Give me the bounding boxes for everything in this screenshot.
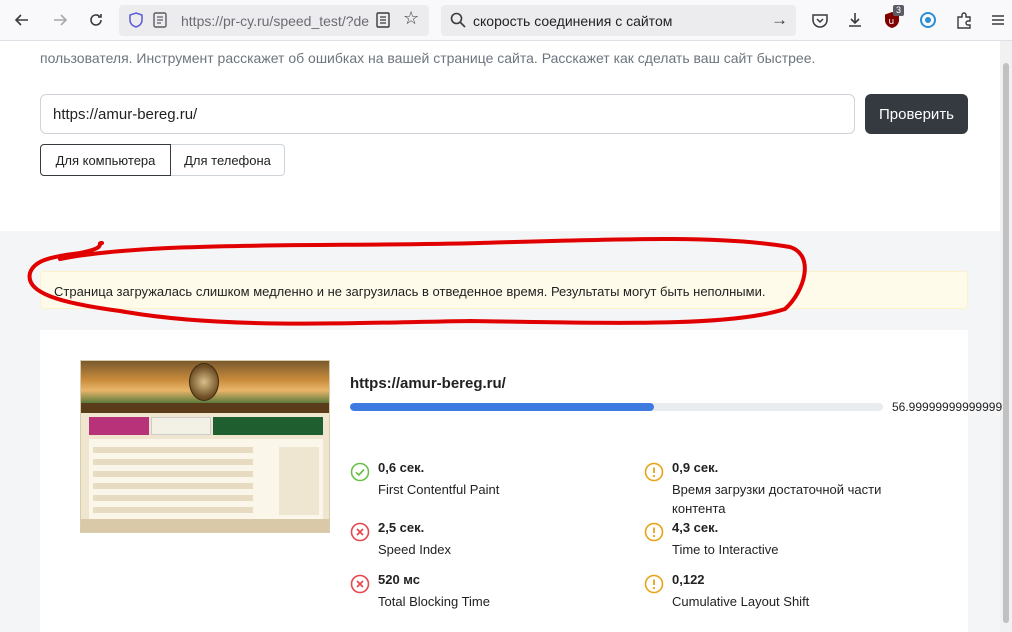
- check-circle-icon: [350, 462, 370, 482]
- forward-arrow-icon[interactable]: [48, 8, 72, 32]
- x-circle-icon: [350, 574, 370, 594]
- metric-value: 0,122: [672, 572, 705, 587]
- address-bar[interactable]: https://pr-cy.ru/speed_test/?de ☆: [119, 5, 429, 36]
- metric-label: Total Blocking Time: [378, 594, 490, 609]
- metric-label: Время загрузки достаточной части контент…: [672, 482, 882, 516]
- pocket-icon[interactable]: [808, 8, 832, 32]
- search-query: скорость соединения с сайтом: [473, 13, 673, 29]
- metric-label: Speed Index: [378, 542, 452, 557]
- menu-hamburger-icon[interactable]: [986, 8, 1010, 32]
- tab-mobile[interactable]: Для телефона: [171, 144, 285, 176]
- search-bar[interactable]: скорость соединения с сайтом →: [441, 5, 796, 36]
- intro-text: пользователя. Инструмент расскажет об ош…: [40, 50, 816, 66]
- score-progress-bar: [350, 403, 883, 411]
- scrollbar-thumb[interactable]: [1003, 63, 1009, 623]
- thumbnail-footer: [81, 519, 329, 532]
- metric-label: Cumulative Layout Shift: [672, 594, 810, 609]
- metric-label: First Contentful Paint: [378, 482, 500, 497]
- site-screenshot-thumbnail: [80, 360, 330, 533]
- score-value: 56.99999999999999: [892, 400, 1003, 414]
- reader-view-icon[interactable]: [374, 11, 392, 29]
- downloads-icon[interactable]: [843, 8, 867, 32]
- metric-label: Time to Interactive: [672, 542, 779, 557]
- result-card: https://amur-bereg.ru/ 56.99999999999999…: [40, 330, 1002, 632]
- exclamation-circle-icon: [644, 462, 664, 482]
- exclamation-circle-icon: [644, 574, 664, 594]
- tracking-shield-icon[interactable]: [127, 11, 145, 29]
- metric-item: 4,3 сек. Time to Interactive: [644, 520, 934, 570]
- thumbnail-logo: [189, 363, 219, 401]
- thumbnail-body: [89, 439, 323, 519]
- svg-text:u: u: [889, 17, 895, 27]
- browser-toolbar: https://pr-cy.ru/speed_test/?de ☆ скорос…: [0, 0, 1012, 41]
- metric-item: 0,9 сек. Время загрузки достаточной части…: [644, 460, 934, 516]
- url-input[interactable]: https://amur-bereg.ru/: [40, 94, 855, 134]
- metric-value: 0,9 сек.: [672, 460, 719, 475]
- metric-value: 0,6 сек.: [378, 460, 425, 475]
- search-go-arrow-icon[interactable]: →: [771, 10, 788, 30]
- page-scrollbar[interactable]: [1000, 41, 1012, 632]
- metric-value: 4,3 сек.: [672, 520, 719, 535]
- x-circle-icon: [350, 522, 370, 542]
- tab-desktop[interactable]: Для компьютера: [40, 144, 171, 176]
- metric-item: 520 мс Total Blocking Time: [350, 572, 640, 622]
- warning-alert: Страница загружалась слишком медленно и …: [40, 271, 968, 309]
- result-site-url: https://amur-bereg.ru/: [350, 375, 506, 392]
- metric-item: 0,122 Cumulative Layout Shift: [644, 572, 934, 622]
- metric-value: 520 мс: [378, 572, 420, 587]
- address-bar-url: https://pr-cy.ru/speed_test/?de: [181, 13, 370, 29]
- bookmark-star-icon[interactable]: ☆: [403, 8, 419, 29]
- back-arrow-icon[interactable]: [10, 8, 34, 32]
- exclamation-circle-icon: [644, 522, 664, 542]
- extension-circle-icon[interactable]: [916, 8, 940, 32]
- thumbnail-banner: [213, 417, 323, 435]
- thumbnail-banner: [89, 417, 149, 435]
- search-icon: [449, 11, 467, 29]
- reload-icon[interactable]: [84, 8, 108, 32]
- extension-badge: 3: [893, 5, 905, 16]
- score-progress-fill: [350, 403, 654, 411]
- thumbnail-banner: [151, 417, 211, 435]
- metric-item: 0,6 сек. First Contentful Paint: [350, 460, 640, 510]
- check-button[interactable]: Проверить: [865, 94, 968, 134]
- extensions-puzzle-icon[interactable]: [952, 8, 976, 32]
- metric-item: 2,5 сек. Speed Index: [350, 520, 640, 570]
- page-info-icon[interactable]: [151, 11, 169, 29]
- thumbnail-nav: [81, 403, 329, 413]
- metric-value: 2,5 сек.: [378, 520, 425, 535]
